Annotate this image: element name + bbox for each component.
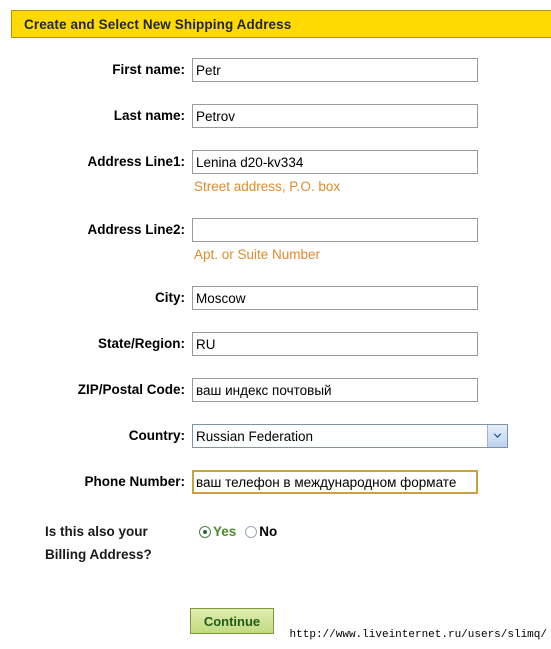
form-row: City:	[0, 286, 551, 332]
field-control	[192, 378, 478, 402]
field-control	[192, 150, 478, 174]
field-control	[192, 218, 478, 242]
radio-unselected-icon[interactable]	[245, 525, 258, 538]
form-row: State/Region:	[0, 332, 551, 378]
form-row: Country: Russian Federation	[0, 424, 551, 470]
field-label: Phone Number:	[84, 474, 185, 489]
field-control	[192, 470, 478, 494]
field-control	[192, 332, 478, 356]
page-title: Create and Select New Shipping Address	[24, 16, 292, 32]
billing-radio-group: Yes No	[199, 520, 277, 543]
field-hint: Street address, P.O. box	[194, 179, 341, 194]
text-input[interactable]	[192, 378, 478, 402]
form-row: Phone Number:	[0, 470, 551, 516]
field-label: State/Region:	[97, 336, 185, 351]
field-label: ZIP/Postal Code:	[77, 382, 185, 397]
page-header-bar: Create and Select New Shipping Address	[11, 10, 551, 38]
text-input[interactable]	[192, 218, 478, 242]
text-input[interactable]	[192, 150, 478, 174]
form-row: First name:	[0, 58, 551, 104]
form-row: Last name:	[0, 104, 551, 150]
field-label: Country:	[128, 428, 185, 443]
billing-address-question-row: Is this also your Billing Address? Yes No	[0, 520, 551, 580]
shipping-address-form: First name: Last name: Address Line1: Stree…	[0, 58, 551, 580]
field-label: First name:	[112, 62, 185, 77]
text-input[interactable]	[192, 286, 478, 310]
text-input[interactable]	[192, 332, 478, 356]
watermark-url: http://www.liveinternet.ru/users/slimq/	[289, 629, 547, 641]
field-control	[192, 58, 478, 82]
billing-radio-yes[interactable]: Yes	[199, 520, 236, 543]
billing-radio-label[interactable]: No	[259, 520, 277, 543]
continue-button[interactable]: Continue	[190, 608, 274, 634]
form-row: Address Line2: Apt. or Suite Number	[0, 218, 551, 286]
country-select[interactable]: Russian Federation	[192, 424, 508, 448]
field-control	[192, 104, 478, 128]
text-input[interactable]	[192, 104, 478, 128]
field-label: Address Line2:	[87, 222, 185, 237]
field-control: Russian Federation	[192, 424, 508, 448]
form-row: Address Line1: Street address, P.O. box	[0, 150, 551, 218]
billing-question-label: Is this also your Billing Address?	[45, 524, 152, 562]
billing-radio-no[interactable]: No	[245, 520, 277, 543]
field-hint: Apt. or Suite Number	[194, 247, 321, 262]
billing-radio-label[interactable]: Yes	[213, 520, 236, 543]
country-select-wrapper: Russian Federation	[192, 424, 508, 448]
radio-selected-icon[interactable]	[199, 525, 211, 538]
field-control	[192, 286, 478, 310]
form-row: ZIP/Postal Code:	[0, 378, 551, 424]
field-label: Last name:	[113, 108, 185, 123]
text-input[interactable]	[192, 470, 478, 494]
field-label: Address Line1:	[87, 154, 185, 169]
text-input[interactable]	[192, 58, 478, 82]
field-label: City:	[155, 290, 185, 305]
